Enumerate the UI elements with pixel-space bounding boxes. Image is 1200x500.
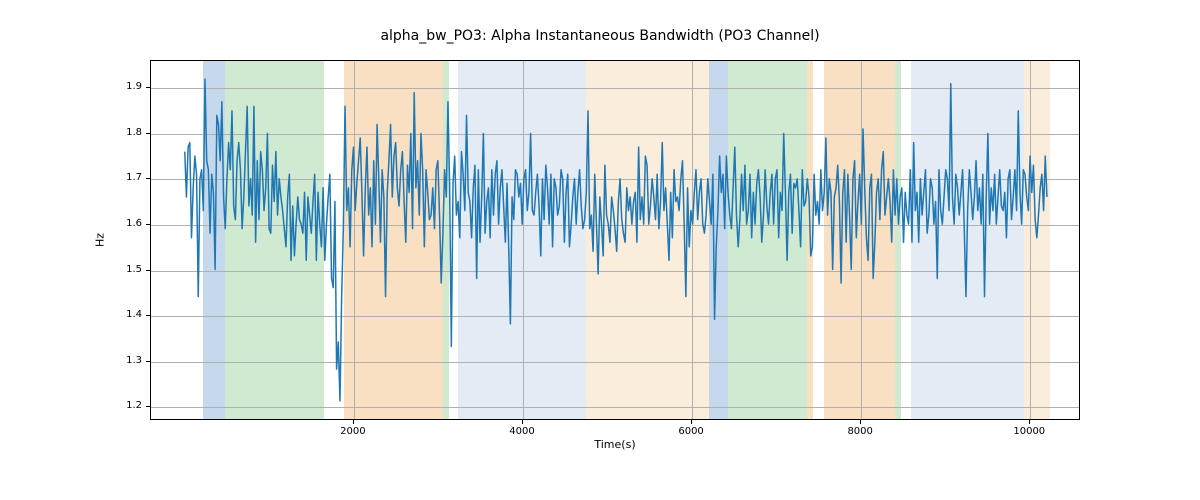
ytick-mark	[146, 224, 150, 225]
ytick-label: 1.3	[102, 355, 142, 366]
ytick-mark	[146, 406, 150, 407]
xtick-mark	[1029, 420, 1030, 424]
ytick-label: 1.2	[102, 400, 142, 411]
x-axis-label: Time(s)	[150, 438, 1080, 451]
ytick-mark	[146, 133, 150, 134]
xtick-label: 4000	[492, 426, 552, 437]
ytick-label: 1.7	[102, 172, 142, 183]
ytick-label: 1.9	[102, 81, 142, 92]
ytick-mark	[146, 87, 150, 88]
ytick-mark	[146, 315, 150, 316]
chart-title: alpha_bw_PO3: Alpha Instantaneous Bandwi…	[0, 28, 1200, 44]
xtick-mark	[522, 420, 523, 424]
xtick-label: 8000	[830, 426, 890, 437]
plot-area	[150, 60, 1080, 420]
ytick-mark	[146, 178, 150, 179]
figure: alpha_bw_PO3: Alpha Instantaneous Bandwi…	[0, 0, 1200, 500]
ytick-label: 1.8	[102, 127, 142, 138]
ytick-label: 1.5	[102, 264, 142, 275]
series-line	[151, 61, 1079, 419]
ytick-label: 1.6	[102, 218, 142, 229]
xtick-label: 2000	[323, 426, 383, 437]
xtick-mark	[353, 420, 354, 424]
xtick-mark	[860, 420, 861, 424]
xtick-mark	[691, 420, 692, 424]
xtick-label: 6000	[661, 426, 721, 437]
ytick-mark	[146, 270, 150, 271]
xtick-label: 10000	[999, 426, 1059, 437]
y-axis-label: Hz	[94, 233, 107, 247]
ytick-mark	[146, 361, 150, 362]
ytick-label: 1.4	[102, 309, 142, 320]
